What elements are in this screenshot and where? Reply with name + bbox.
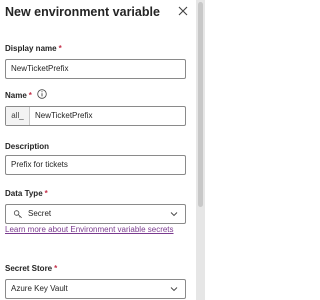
display-name-input[interactable]: NewTicketPrefix <box>5 59 186 79</box>
secret-store-label: Secret Store * <box>5 264 58 273</box>
description-value: Prefix for tickets <box>11 160 68 169</box>
name-prefix: all_ <box>6 107 30 125</box>
chevron-down-icon <box>170 287 178 292</box>
name-label: Name * <box>5 91 32 100</box>
secret-store-value: Azure Key Vault <box>11 284 68 293</box>
data-type-dropdown[interactable]: Secret <box>5 204 186 224</box>
name-value: NewTicketPrefix <box>35 111 93 120</box>
data-type-label: Data Type * <box>5 189 48 198</box>
new-environment-variable-panel: New environment variable Display name * N… <box>0 0 196 300</box>
info-icon[interactable] <box>37 89 47 99</box>
required-mark: * <box>44 189 48 198</box>
panel-title: New environment variable <box>5 5 160 19</box>
secret-store-dropdown[interactable]: Azure Key Vault <box>5 279 186 299</box>
required-mark: * <box>28 91 32 100</box>
chevron-down-icon <box>170 212 178 217</box>
description-input[interactable]: Prefix for tickets <box>5 155 186 175</box>
scrollbar-thumb[interactable] <box>198 2 203 207</box>
name-input[interactable]: all_ NewTicketPrefix <box>5 106 186 126</box>
close-icon[interactable] <box>176 4 190 18</box>
lock-icon <box>13 210 22 219</box>
required-mark: * <box>58 44 62 53</box>
data-type-value: Secret <box>28 209 52 218</box>
description-label: Description <box>5 142 50 151</box>
required-mark: * <box>54 264 58 273</box>
display-name-label: Display name * <box>5 44 62 53</box>
learn-more-link[interactable]: Learn more about Environment variable se… <box>5 225 190 235</box>
display-name-value: NewTicketPrefix <box>11 64 69 73</box>
